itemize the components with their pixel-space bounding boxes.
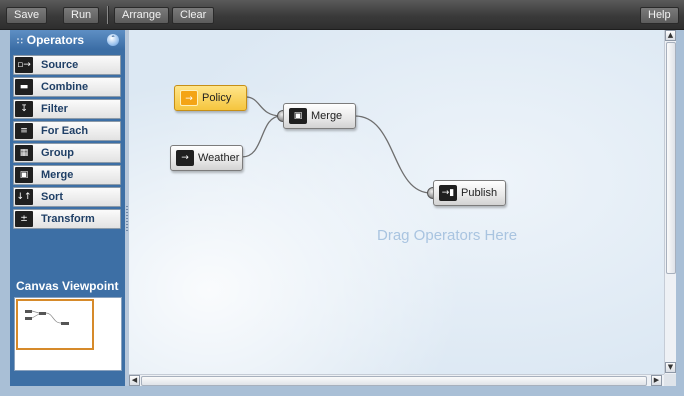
arrange-button[interactable]: Arrange (114, 7, 170, 24)
wire-weather-merge (241, 115, 282, 158)
source-icon: → (176, 150, 194, 166)
right-frame (676, 30, 684, 396)
scroll-corner (664, 374, 676, 386)
canvas-viewpoint-title: Canvas Viewpoint (16, 279, 119, 293)
source-icon: ▫→ (15, 57, 33, 73)
operator-label: Group (41, 147, 74, 159)
collapse-icon[interactable]: ˆ (107, 34, 119, 46)
group-icon: ▦ (15, 145, 33, 161)
run-button[interactable]: Run (63, 7, 100, 24)
horizontal-scrollbar[interactable]: ◀ ▶ (129, 374, 664, 386)
toolbar: Save Run Arrange Clear Help (0, 0, 684, 30)
canvas-minimap[interactable] (14, 297, 122, 371)
operator-sort[interactable]: ↓↑ Sort (13, 187, 121, 207)
scroll-down-icon[interactable]: ▼ (665, 362, 676, 373)
viewport-frame[interactable] (16, 299, 94, 350)
left-frame (0, 30, 10, 388)
node-label: Merge (311, 110, 343, 122)
help-button[interactable]: Help (640, 7, 679, 24)
for-each-icon: ≡ (15, 123, 33, 139)
wire-policy-merge (245, 96, 282, 117)
combine-icon: ▬ (15, 79, 33, 95)
node-label: Weather (198, 152, 240, 164)
wire-merge-publish (354, 115, 432, 194)
node-merge[interactable]: ▣ Merge (283, 103, 356, 129)
operator-merge[interactable]: ▣ Merge (13, 165, 121, 185)
operator-group[interactable]: ▦ Group (13, 143, 121, 163)
bottom-frame (0, 386, 684, 396)
operator-palette: ∷ Operators ˆ ▫→ Source ▬ Combine ↧ Filte… (10, 30, 125, 388)
source-icon: → (180, 90, 198, 106)
operator-label: Source (41, 59, 79, 71)
publish-icon: →▮ (439, 185, 457, 201)
merge-icon: ▣ (15, 167, 33, 183)
operator-label: Transform (41, 213, 95, 225)
filter-icon: ↧ (15, 101, 33, 117)
scroll-up-icon[interactable]: ▲ (665, 30, 676, 41)
operator-canvas[interactable]: → Policy → Weather ▣ Merge →▮ Publish Dr… (129, 30, 664, 374)
connection-wires (241, 96, 432, 194)
vertical-scrollbar[interactable]: ▲ ▼ (664, 30, 676, 374)
node-weather[interactable]: → Weather (170, 145, 243, 171)
operator-combine[interactable]: ▬ Combine (13, 77, 121, 97)
scroll-right-icon[interactable]: ▶ (651, 375, 662, 386)
save-button[interactable]: Save (6, 7, 48, 24)
toolbar-separator (107, 6, 109, 24)
sort-icon: ↓↑ (15, 189, 33, 205)
merge-icon: ▣ (289, 108, 307, 124)
vertical-scroll-thumb[interactable] (666, 42, 676, 274)
horizontal-scroll-thumb[interactable] (141, 376, 647, 386)
node-policy[interactable]: → Policy (174, 85, 247, 111)
drop-hint: Drag Operators Here (377, 227, 518, 244)
node-label: Publish (461, 187, 498, 199)
transform-icon: ± (15, 211, 33, 227)
operator-label: Merge (41, 169, 74, 181)
scroll-left-icon[interactable]: ◀ (129, 375, 140, 386)
operator-label: For Each (41, 125, 89, 137)
operator-for-each[interactable]: ≡ For Each (13, 121, 121, 141)
drag-grip-icon: ∷ (17, 36, 23, 46)
node-publish[interactable]: →▮ Publish (433, 180, 506, 206)
operator-label: Sort (41, 191, 63, 203)
palette-title: Operators (26, 33, 85, 47)
clear-button[interactable]: Clear (172, 7, 215, 24)
operator-source[interactable]: ▫→ Source (13, 55, 121, 75)
operator-label: Filter (41, 103, 68, 115)
splitter-grip-icon (126, 206, 128, 232)
operator-transform[interactable]: ± Transform (13, 209, 121, 229)
palette-header[interactable]: ∷ Operators ˆ (10, 30, 125, 50)
node-label: Policy (202, 92, 232, 104)
operator-filter[interactable]: ↧ Filter (13, 99, 121, 119)
operator-label: Combine (41, 81, 89, 93)
